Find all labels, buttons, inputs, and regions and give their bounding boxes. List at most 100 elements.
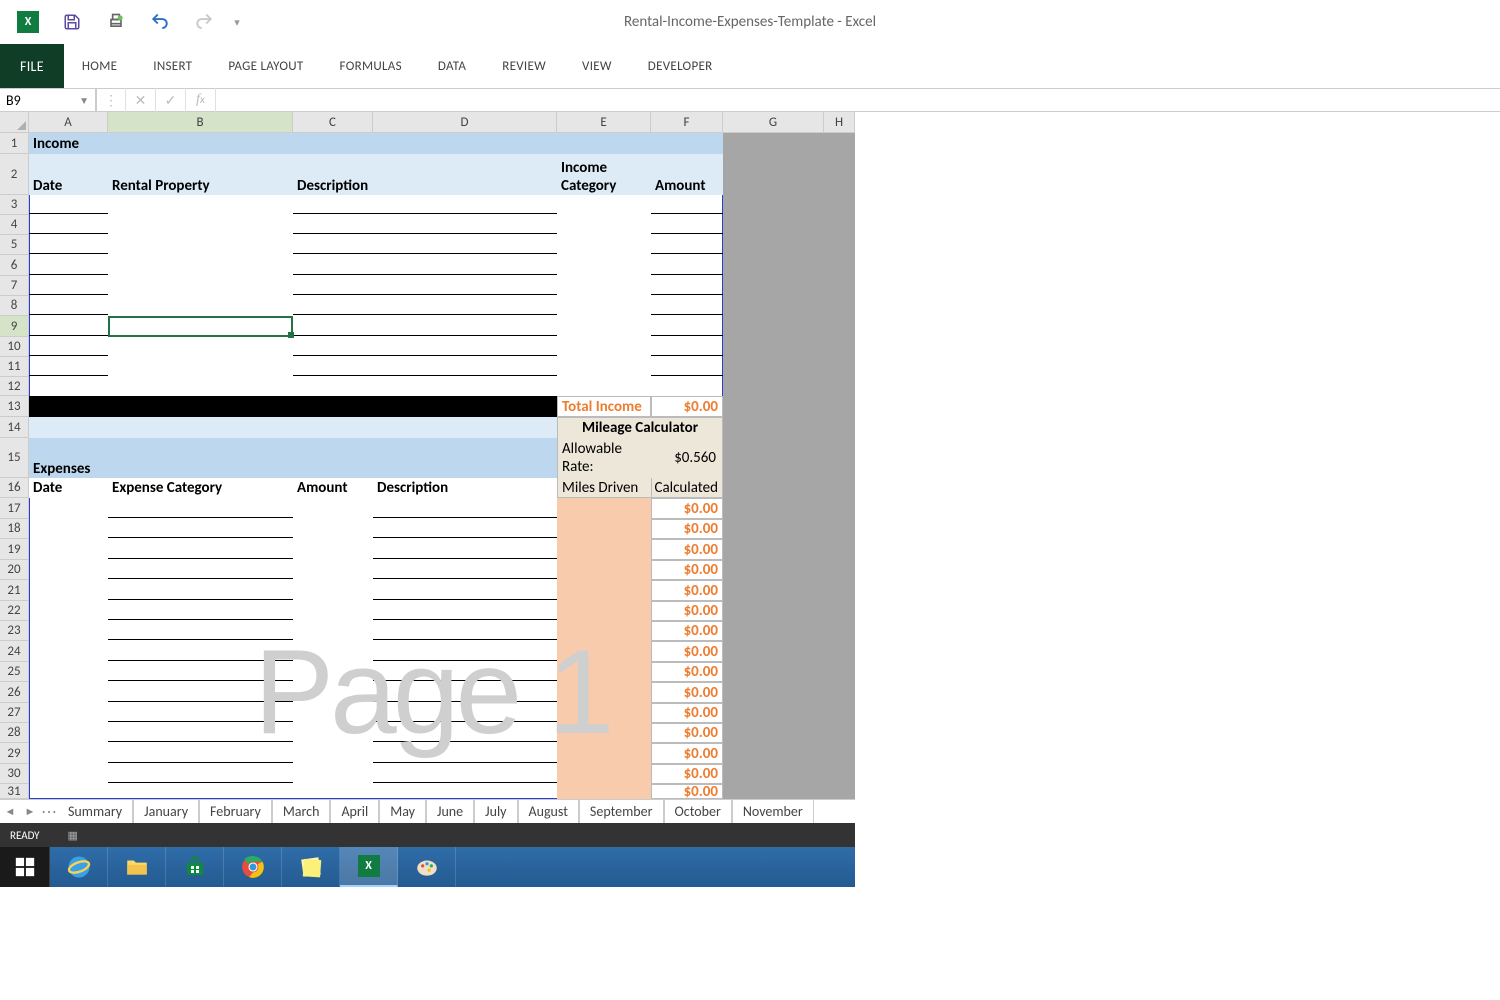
column-header[interactable]: B [108, 112, 293, 133]
input-underline[interactable] [651, 253, 723, 254]
input-underline[interactable] [29, 253, 108, 254]
row-header[interactable]: 20 [0, 560, 29, 580]
row-header[interactable]: 6 [0, 255, 29, 276]
input-underline[interactable] [108, 782, 293, 783]
sheet-nav-next-icon[interactable]: ► [20, 800, 40, 823]
row-header[interactable]: 30 [0, 764, 29, 784]
input-underline[interactable] [108, 619, 293, 620]
row-header[interactable]: 18 [0, 519, 29, 539]
input-underline[interactable] [108, 537, 293, 538]
row-header[interactable]: 21 [0, 580, 29, 601]
input-underline[interactable] [373, 537, 557, 538]
macro-record-icon[interactable]: ▦ [68, 829, 78, 842]
fill-handle[interactable] [288, 332, 294, 338]
input-underline[interactable] [651, 274, 723, 275]
input-underline[interactable] [373, 701, 557, 702]
column-header[interactable]: C [293, 112, 373, 133]
row-header[interactable]: 12 [0, 377, 29, 396]
input-underline[interactable] [373, 578, 557, 579]
row-header[interactable]: 26 [0, 682, 29, 703]
tab-developer[interactable]: DEVELOPER [630, 44, 731, 88]
column-header[interactable]: E [557, 112, 651, 133]
sheet-tab[interactable]: June [426, 800, 474, 823]
input-underline[interactable] [373, 639, 557, 640]
cancel-icon[interactable]: ✕ [126, 88, 156, 112]
row-header[interactable]: 4 [0, 215, 29, 235]
fx-icon[interactable]: fx [186, 88, 216, 112]
name-box[interactable]: B9 ▼ [0, 88, 96, 112]
input-underline[interactable] [373, 782, 557, 783]
input-underline[interactable] [373, 660, 557, 661]
input-underline[interactable] [108, 517, 293, 518]
row-header[interactable]: 31 [0, 784, 29, 799]
input-underline[interactable] [29, 213, 108, 214]
row-header[interactable]: 3 [0, 195, 29, 215]
input-underline[interactable] [373, 741, 557, 742]
input-underline[interactable] [373, 517, 557, 518]
input-underline[interactable] [29, 314, 108, 315]
input-underline[interactable] [108, 558, 293, 559]
row-header[interactable]: 8 [0, 296, 29, 316]
tab-insert[interactable]: INSERT [135, 44, 210, 88]
input-underline[interactable] [651, 355, 723, 356]
start-button[interactable] [0, 847, 50, 887]
input-underline[interactable] [373, 619, 557, 620]
input-underline[interactable] [108, 680, 293, 681]
input-underline[interactable] [651, 294, 723, 295]
input-underline[interactable] [108, 578, 293, 579]
column-header[interactable]: A [29, 112, 108, 133]
input-underline[interactable] [108, 721, 293, 722]
taskbar-explorer-icon[interactable] [108, 847, 166, 887]
input-underline[interactable] [293, 335, 557, 336]
input-underline[interactable] [373, 599, 557, 600]
row-header[interactable]: 11 [0, 357, 29, 377]
input-underline[interactable] [293, 253, 557, 254]
customize-qat-icon[interactable]: ▾ [226, 4, 248, 40]
input-underline[interactable] [29, 294, 108, 295]
sheet-tab[interactable]: November [732, 800, 814, 823]
sheet-tab[interactable]: January [133, 800, 199, 823]
sheet-tab[interactable]: September [579, 800, 664, 823]
input-underline[interactable] [651, 213, 723, 214]
input-underline[interactable] [373, 721, 557, 722]
selected-cell[interactable] [108, 316, 293, 337]
row-header[interactable]: 9 [0, 316, 29, 337]
sheet-nav-prev-icon[interactable]: ◄ [0, 800, 20, 823]
input-underline[interactable] [108, 701, 293, 702]
input-underline[interactable] [651, 233, 723, 234]
input-underline[interactable] [373, 762, 557, 763]
row-header[interactable]: 19 [0, 539, 29, 560]
quickprint-icon[interactable] [94, 4, 138, 40]
row-header[interactable]: 13 [0, 396, 29, 417]
miles-input-column[interactable] [557, 498, 651, 799]
input-underline[interactable] [293, 375, 557, 376]
row-header[interactable]: 2 [0, 154, 29, 195]
row-header[interactable]: 15 [0, 438, 29, 478]
column-header[interactable]: H [824, 112, 855, 133]
column-header[interactable]: D [373, 112, 557, 133]
sheet-tab[interactable]: August [518, 800, 579, 823]
column-header[interactable]: F [651, 112, 723, 133]
row-header[interactable]: 14 [0, 417, 29, 438]
input-underline[interactable] [29, 355, 108, 356]
input-underline[interactable] [293, 233, 557, 234]
tab-home[interactable]: HOME [64, 44, 135, 88]
row-header[interactable]: 10 [0, 337, 29, 357]
namebox-dropdown-icon[interactable]: ▼ [79, 94, 89, 107]
row-header[interactable]: 5 [0, 235, 29, 255]
row-header[interactable]: 16 [0, 478, 29, 498]
sheet-tab[interactable]: February [199, 800, 272, 823]
row-header[interactable]: 22 [0, 601, 29, 621]
tab-review[interactable]: REVIEW [484, 44, 564, 88]
input-underline[interactable] [108, 762, 293, 763]
row-header[interactable]: 27 [0, 703, 29, 723]
input-underline[interactable] [651, 314, 723, 315]
sheet-tab[interactable]: April [330, 800, 379, 823]
input-underline[interactable] [293, 355, 557, 356]
taskbar-excel-icon[interactable]: X [340, 847, 398, 887]
taskbar-paint-icon[interactable] [398, 847, 456, 887]
input-underline[interactable] [293, 294, 557, 295]
row-header[interactable]: 25 [0, 662, 29, 682]
input-underline[interactable] [108, 660, 293, 661]
input-underline[interactable] [108, 741, 293, 742]
